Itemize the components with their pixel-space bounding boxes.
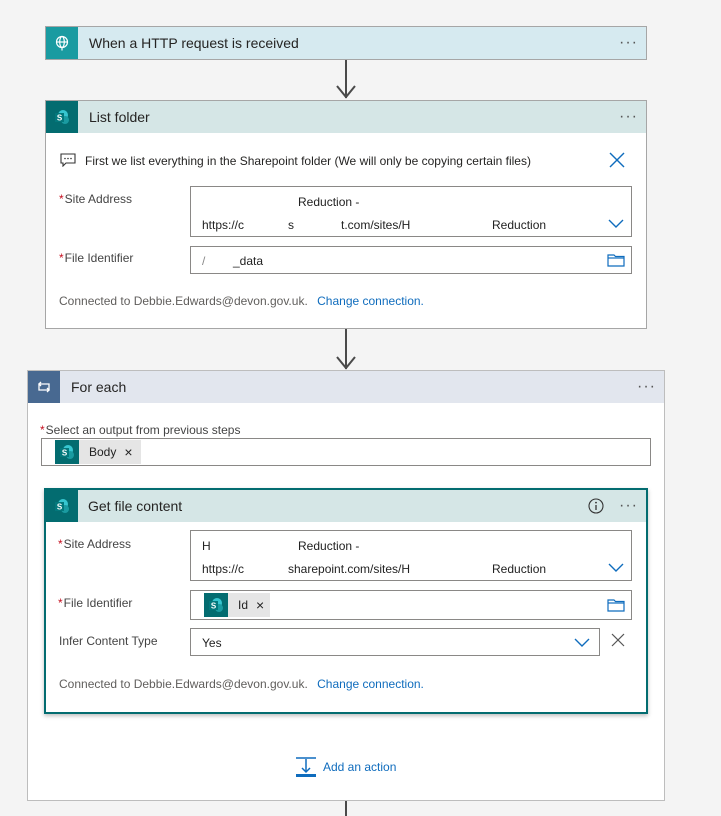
chevron-down-icon[interactable]: [574, 638, 590, 648]
trigger-header[interactable]: When a HTTP request is received ···: [46, 27, 646, 59]
for-each-header[interactable]: For each ···: [28, 371, 664, 403]
list-folder-more-button[interactable]: ···: [619, 109, 638, 125]
get-file-content-title: Get file content: [88, 498, 183, 514]
list-folder-header[interactable]: S List folder ···: [46, 101, 646, 133]
get-file-content-connection: Connected to Debbie.Edwards@devon.gov.uk…: [59, 677, 424, 691]
folder-icon[interactable]: [607, 598, 625, 612]
site-address-line2-part2: sharepoint.com/sites/H: [288, 562, 411, 576]
site-address-label: *Site Address: [59, 192, 133, 206]
get-file-content-header[interactable]: S Get file content ···: [46, 490, 646, 522]
connector-arrowhead-icon: [336, 85, 356, 99]
file-identifier-input[interactable]: / _data: [190, 246, 632, 274]
get-file-content-more-button[interactable]: ···: [619, 498, 638, 514]
list-folder-card: S List folder ··· First we list everythi…: [45, 100, 647, 329]
site-address-line2-part2: s: [288, 218, 294, 232]
infer-content-type-value: Yes: [202, 636, 222, 650]
site-address-line2-part3: t.com/sites/H: [341, 218, 411, 232]
body-token-label: Body: [89, 445, 117, 459]
id-token-label: Id: [238, 598, 249, 612]
list-folder-connection: Connected to Debbie.Edwards@devon.gov.uk…: [59, 294, 424, 308]
sharepoint-icon: S: [46, 101, 78, 133]
sharepoint-icon: S: [46, 490, 78, 522]
file-identifier-part1: /: [202, 254, 206, 268]
infer-content-type-label: Infer Content Type: [59, 634, 158, 648]
http-globe-icon: [46, 27, 78, 59]
list-folder-comment: First we list everything in the Sharepoi…: [85, 154, 531, 168]
sharepoint-icon: S: [55, 440, 79, 464]
connector-line: [345, 801, 347, 816]
site-address-dropdown[interactable]: Reduction - https://c s t.com/sites/H Re…: [190, 186, 632, 237]
id-token[interactable]: S Id ×: [204, 593, 271, 617]
trigger-title: When a HTTP request is received: [89, 35, 299, 51]
connected-text: Connected to Debbie.Edwards@devon.gov.uk…: [59, 677, 308, 691]
site-address-line1-part1: H: [202, 539, 211, 553]
change-connection-link[interactable]: Change connection.: [317, 294, 424, 308]
connector-arrowhead-icon: [336, 356, 356, 370]
select-output-input[interactable]: S Body ×: [41, 438, 651, 466]
site-address-line2-part4: Reduction: [492, 218, 547, 232]
info-icon[interactable]: [588, 498, 604, 514]
chevron-down-icon[interactable]: [608, 219, 624, 229]
site-address-line1-part2: Reduction -: [298, 539, 360, 553]
folder-icon[interactable]: [607, 253, 625, 267]
site-address-line2-part1: https://c: [202, 562, 245, 576]
svg-text:S: S: [211, 602, 217, 611]
connected-text: Connected to Debbie.Edwards@devon.gov.uk…: [59, 294, 308, 308]
svg-text:S: S: [57, 503, 63, 512]
add-action-icon: [296, 757, 316, 777]
svg-text:S: S: [62, 449, 68, 458]
file-identifier-input[interactable]: S Id ×: [190, 590, 632, 620]
infer-content-type-dropdown[interactable]: Yes: [190, 628, 600, 656]
for-each-title: For each: [71, 379, 127, 395]
svg-text:S: S: [57, 114, 63, 123]
site-address-dropdown[interactable]: H Reduction - https://c sharepoint.com/s…: [190, 530, 632, 581]
list-folder-title: List folder: [89, 109, 150, 125]
select-output-label: *Select an output from previous steps: [40, 423, 241, 437]
loop-icon: [28, 371, 60, 403]
id-token-remove-button[interactable]: ×: [256, 597, 264, 613]
site-address-line1: Reduction -: [298, 195, 360, 209]
sharepoint-icon: S: [204, 593, 228, 617]
file-identifier-label: *File Identifier: [59, 251, 134, 265]
body-token[interactable]: S Body ×: [55, 440, 141, 464]
file-identifier-part2: _data: [233, 254, 264, 268]
site-address-label: *Site Address: [58, 537, 132, 551]
add-action-button[interactable]: Add an action: [295, 756, 396, 778]
body-token-remove-button[interactable]: ×: [124, 444, 132, 460]
comment-icon: [60, 153, 76, 167]
file-identifier-label: *File Identifier: [58, 596, 133, 610]
for-each-more-button[interactable]: ···: [637, 379, 656, 395]
close-comment-icon[interactable]: [609, 152, 625, 168]
change-connection-link[interactable]: Change connection.: [317, 677, 424, 691]
remove-parameter-icon[interactable]: [611, 633, 625, 647]
add-action-label: Add an action: [323, 760, 397, 774]
trigger-card[interactable]: When a HTTP request is received ···: [45, 26, 647, 60]
chevron-down-icon[interactable]: [608, 563, 624, 573]
site-address-line2-part1: https://c: [202, 218, 245, 232]
get-file-content-card: S Get file content ··· *Site Address H R…: [44, 488, 648, 714]
site-address-line2-part3: Reduction: [492, 562, 547, 576]
trigger-more-button[interactable]: ···: [619, 35, 638, 51]
